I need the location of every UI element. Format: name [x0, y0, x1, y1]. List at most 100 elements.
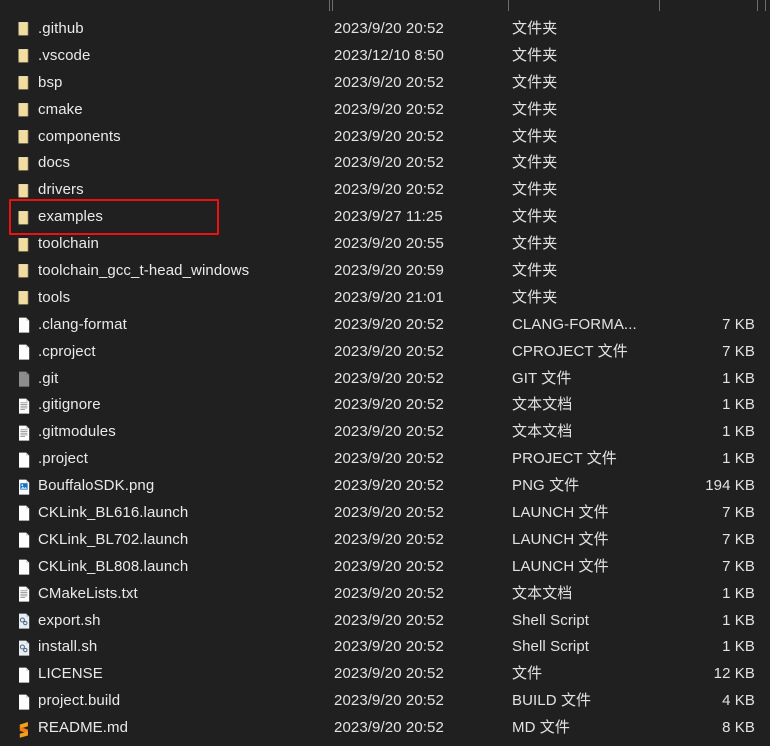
table-row[interactable]: project.build 2023/9/20 20:52 BUILD 文件 4 KB	[0, 688, 770, 715]
file-text-icon	[14, 419, 34, 446]
file-name-cell: .gitmodules	[38, 423, 116, 441]
file-type-cell: 文本文档	[512, 584, 573, 602]
date-modified-cell: 2023/9/20 20:52	[334, 154, 444, 172]
file-name-cell: cmake	[38, 100, 83, 118]
file-blank-icon	[14, 339, 34, 366]
date-modified-cell: 2023/9/20 20:52	[334, 181, 444, 199]
file-type-cell: 文本文档	[512, 396, 573, 414]
table-row[interactable]: LICENSE 2023/9/20 20:52 文件 12 KB	[0, 661, 770, 688]
table-row[interactable]: README.md 2023/9/20 20:52 MD 文件 8 KB	[0, 715, 770, 742]
date-modified-cell: 2023/12/10 8:50	[334, 46, 444, 64]
file-blank-icon	[14, 312, 34, 339]
folder-icon	[14, 97, 34, 124]
file-type-cell: 文件夹	[512, 181, 558, 199]
file-type-cell: Shell Script	[512, 611, 590, 629]
file-type-cell: Shell Script	[512, 638, 590, 656]
table-row[interactable]: BouffaloSDK.png 2023/9/20 20:52 PNG 文件 194 …	[0, 473, 770, 500]
file-type-cell: 文件夹	[512, 288, 558, 306]
table-row[interactable]: .git 2023/9/20 20:52 GIT 文件 1 KB	[0, 366, 770, 393]
column-divider[interactable]	[765, 0, 766, 11]
column-divider[interactable]	[329, 0, 330, 11]
table-row[interactable]: components 2023/9/20 20:52 文件夹	[0, 124, 770, 151]
file-type-cell: LAUNCH 文件	[512, 530, 609, 548]
file-type-cell: GIT 文件	[512, 369, 572, 387]
file-name-cell: .github	[38, 20, 84, 37]
file-name-cell: CKLink_BL808.launch	[38, 557, 189, 575]
file-name-cell: project.build	[38, 692, 121, 710]
column-divider[interactable]	[757, 0, 758, 11]
table-row[interactable]: bsp 2023/9/20 20:52 文件夹	[0, 70, 770, 97]
date-modified-cell: 2023/9/20 20:52	[334, 584, 444, 602]
table-row[interactable]: .vscode 2023/12/10 8:50 文件夹	[0, 43, 770, 70]
date-modified-cell: 2023/9/20 20:52	[334, 396, 444, 414]
file-name-cell: install.sh	[38, 638, 98, 656]
table-row[interactable]: install.sh 2023/9/20 20:52 Shell Script 1 K…	[0, 634, 770, 661]
file-name-cell: BouffaloSDK.png	[38, 477, 155, 495]
file-size-cell: 1 KB	[722, 611, 755, 629]
table-row[interactable]: .gitmodules 2023/9/20 20:52 文本文档 1 KB	[0, 419, 770, 446]
folder-icon	[14, 258, 34, 285]
file-type-cell: 文本文档	[512, 423, 573, 441]
file-grey-icon	[14, 366, 34, 393]
column-divider[interactable]	[508, 0, 509, 11]
file-name-cell: README.md	[38, 719, 129, 737]
table-row[interactable]: .github 2023/9/20 20:52 文件夹	[0, 16, 770, 43]
file-name-cell: CMakeLists.txt	[38, 584, 138, 602]
folder-icon	[14, 285, 34, 312]
date-modified-cell: 2023/9/20 20:55	[334, 235, 444, 253]
folder-icon	[14, 150, 34, 177]
file-type-cell: 文件夹	[512, 46, 558, 64]
file-type-cell: 文件夹	[512, 127, 558, 145]
file-name-cell: .project	[38, 450, 88, 468]
date-modified-cell: 2023/9/20 20:52	[334, 127, 444, 145]
table-row[interactable]: toolchain_gcc_t-head_windows 2023/9/20 20…	[0, 258, 770, 285]
table-row[interactable]: CKLink_BL702.launch 2023/9/20 20:52 LAUNCH…	[0, 527, 770, 554]
file-name-cell: toolchain_gcc_t-head_windows	[38, 262, 250, 280]
table-row[interactable]: .clang-format 2023/9/20 20:52 CLANG-FORMA.…	[0, 312, 770, 339]
file-row-container: .github 2023/9/20 20:52 文件夹 .vscode 2023/12/…	[0, 16, 770, 742]
date-modified-cell: 2023/9/20 20:52	[334, 692, 444, 710]
table-row[interactable]: export.sh 2023/9/20 20:52 Shell Script 1 KB	[0, 608, 770, 635]
table-row[interactable]: cmake 2023/9/20 20:52 文件夹	[0, 97, 770, 124]
table-row[interactable]: CKLink_BL808.launch 2023/9/20 20:52 LAUNCH…	[0, 554, 770, 581]
file-name-cell: CKLink_BL702.launch	[38, 530, 189, 548]
file-type-cell: 文件夹	[512, 100, 558, 118]
file-explorer-list-view[interactable]: .github 2023/9/20 20:52 文件夹 .vscode 2023/12/…	[0, 0, 770, 746]
table-row[interactable]: docs 2023/9/20 20:52 文件夹	[0, 150, 770, 177]
file-type-cell: CPROJECT 文件	[512, 342, 628, 360]
file-type-cell: CLANG-FORMA...	[512, 315, 637, 333]
file-size-cell: 1 KB	[722, 450, 755, 468]
file-size-cell: 194 KB	[705, 477, 755, 495]
table-row[interactable]: toolchain 2023/9/20 20:55 文件夹	[0, 231, 770, 258]
column-divider[interactable]	[332, 0, 333, 11]
table-row[interactable]: .cproject 2023/9/20 20:52 CPROJECT 文件 7 KB	[0, 339, 770, 366]
file-blank-icon	[14, 527, 34, 554]
folder-icon	[14, 124, 34, 151]
date-modified-cell: 2023/9/20 20:52	[334, 477, 444, 495]
file-name-cell: CKLink_BL616.launch	[38, 504, 189, 522]
table-row[interactable]: examples 2023/9/27 11:25 文件夹	[0, 204, 770, 231]
file-name-cell: export.sh	[38, 611, 101, 629]
table-row[interactable]: .gitignore 2023/9/20 20:52 文本文档 1 KB	[0, 392, 770, 419]
file-name-cell: .clang-format	[38, 315, 127, 333]
date-modified-cell: 2023/9/20 21:01	[334, 288, 444, 306]
table-row[interactable]: tools 2023/9/20 21:01 文件夹	[0, 285, 770, 312]
file-type-cell: PROJECT 文件	[512, 450, 617, 468]
column-divider[interactable]	[659, 0, 660, 11]
file-name-cell: .cproject	[38, 342, 96, 360]
date-modified-cell: 2023/9/20 20:52	[334, 315, 444, 333]
table-row[interactable]: .project 2023/9/20 20:52 PROJECT 文件 1 KB	[0, 446, 770, 473]
file-type-cell: 文件夹	[512, 235, 558, 253]
table-row[interactable]: drivers 2023/9/20 20:52 文件夹	[0, 177, 770, 204]
date-modified-cell: 2023/9/20 20:52	[334, 530, 444, 548]
file-type-cell: 文件夹	[512, 73, 558, 91]
file-size-cell: 1 KB	[722, 423, 755, 441]
file-size-cell: 7 KB	[722, 315, 755, 333]
table-row[interactable]: CMakeLists.txt 2023/9/20 20:52 文本文档 1 KB	[0, 581, 770, 608]
file-name-cell: docs	[38, 154, 71, 172]
table-row[interactable]: CKLink_BL616.launch 2023/9/20 20:52 LAUNCH…	[0, 500, 770, 527]
file-size-cell: 12 KB	[713, 665, 755, 683]
date-modified-cell: 2023/9/20 20:52	[334, 20, 444, 37]
date-modified-cell: 2023/9/20 20:52	[334, 719, 444, 737]
folder-icon	[14, 70, 34, 97]
